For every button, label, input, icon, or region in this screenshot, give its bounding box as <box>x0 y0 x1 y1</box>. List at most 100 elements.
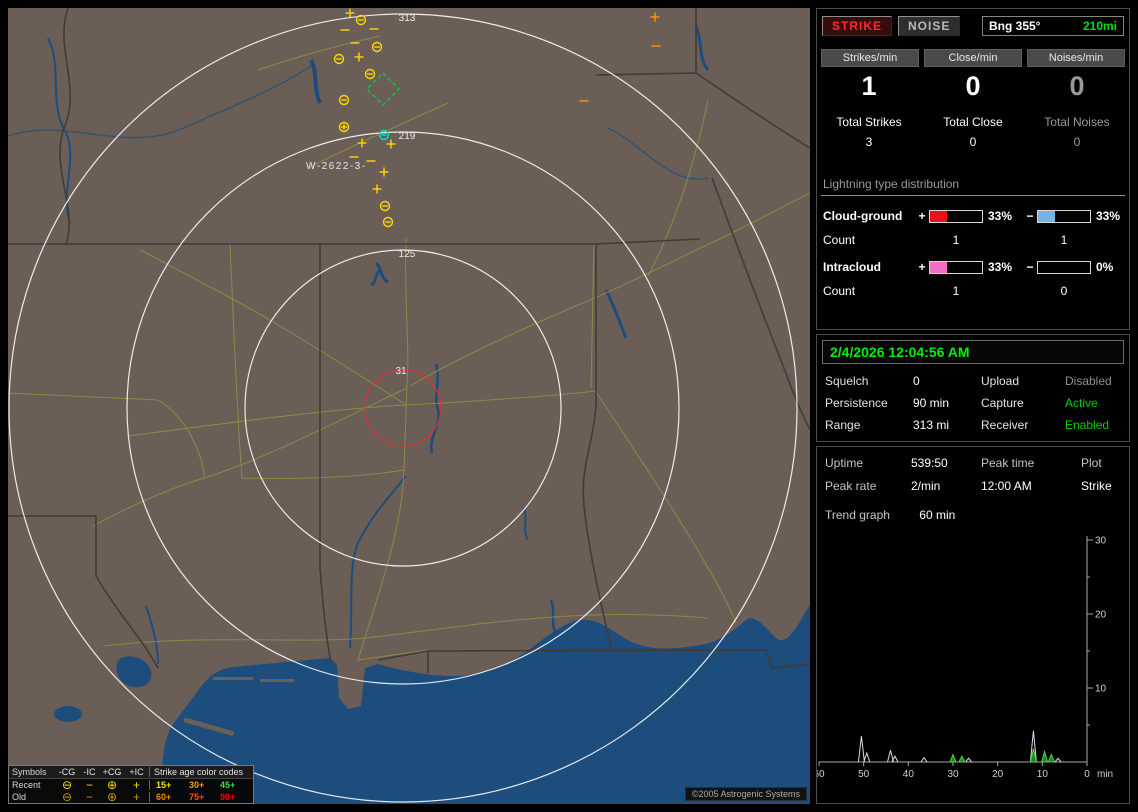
strike-symbol-pic <box>345 8 355 18</box>
cg-neg-bar <box>1037 209 1091 223</box>
trend-graph-header: Trend graph 60 min <box>817 493 1129 522</box>
svg-text:min: min <box>1097 769 1113 780</box>
trend-axes: 10 20 30 60 50 40 30 20 10 0 min <box>817 536 1113 781</box>
total-close-value: 0 <box>969 135 977 149</box>
svg-text:10: 10 <box>1095 684 1107 695</box>
indicator-row: STRIKE NOISE Bng 355° 210mi <box>817 9 1129 36</box>
map-overlay: W-2622-3- 313 219 125 31 <box>8 8 798 803</box>
lightning-map[interactable]: W-2622-3- 313 219 125 31 Symbols -CG -IC +CG… <box>8 8 810 804</box>
counters-panel: STRIKE NOISE Bng 355° 210mi Strikes/min … <box>816 8 1130 330</box>
peak-rate-label: Peak rate <box>825 479 877 493</box>
rate-values: 1 0 0 <box>817 71 1129 102</box>
strike-symbol-pcg <box>338 121 350 133</box>
total-strikes-value: 3 <box>865 135 873 149</box>
receiver-label: Receiver <box>981 418 1029 432</box>
strike-symbol-pic <box>357 138 367 148</box>
minus-sign: − <box>1026 260 1034 274</box>
legend-col-ncg: -CG <box>58 767 76 777</box>
legend-old-label: Old <box>12 792 27 802</box>
range-ring-label: 31 <box>395 366 407 377</box>
legend-symbols-header: Symbols <box>12 767 47 777</box>
range-ring-label: 125 <box>399 249 416 260</box>
neg-ic-icon: − <box>85 790 93 804</box>
strike-symbol-pic <box>379 167 389 177</box>
svg-text:0: 0 <box>1084 769 1090 780</box>
cg-pos-pct: 33% <box>988 209 1013 223</box>
plot-label: Plot <box>1081 456 1102 470</box>
trend-spikes <box>857 730 1062 763</box>
strike-symbol-pic <box>372 184 382 194</box>
total-values: 3 0 0 <box>817 135 1129 149</box>
range-ring-125 <box>244 249 562 567</box>
strike-indicator-button[interactable]: STRIKE <box>822 16 893 36</box>
noise-indicator-button[interactable]: NOISE <box>898 16 961 36</box>
noises-per-min-value: 0 <box>1069 71 1085 101</box>
svg-text:30: 30 <box>1095 536 1107 547</box>
receiver-status: Enabled <box>1065 418 1110 432</box>
ic-neg-count: 0 <box>1060 284 1068 298</box>
map-legend: Symbols -CG -IC +CG +IC Strike age color… <box>8 765 254 804</box>
legend-col-pcg: +CG <box>102 767 122 777</box>
bearing-range-value: 210mi <box>1082 19 1117 33</box>
cg-neg-pct: 33% <box>1096 209 1121 223</box>
age-60: 60+ <box>149 792 183 802</box>
noises-per-min-chip[interactable]: Noises/min <box>1027 49 1125 67</box>
stats-grid: Uptime 539:50 Peak time Plot Peak rate 2… <box>817 447 1129 493</box>
status-panel: 2/4/2026 12:04:56 AM Squelch 0 Upload Di… <box>816 334 1130 442</box>
age-15: 15+ <box>149 780 183 790</box>
close-per-min-chip[interactable]: Close/min <box>924 49 1022 67</box>
total-close-label: Total Close <box>943 115 1003 129</box>
strike-layer <box>333 8 661 228</box>
ic-pos-count: 1 <box>952 284 960 298</box>
svg-text:10: 10 <box>1037 769 1049 780</box>
ic-neg-pct: 0% <box>1096 260 1114 274</box>
svg-text:20: 20 <box>1095 610 1107 621</box>
strike-symbol-ncg <box>338 94 350 106</box>
legend-age-header: Strike age color codes <box>149 767 245 777</box>
range-label: Range <box>825 418 861 432</box>
cg-neg-count: 1 <box>1060 233 1068 247</box>
cloud-ground-count-row: Count 1 1 <box>817 233 1129 247</box>
strike-symbol-ncg <box>371 41 383 53</box>
cg-pos-count: 1 <box>952 233 960 247</box>
total-noises-label: Total Noises <box>1044 115 1110 129</box>
bearing-label: Bng 355° <box>989 19 1041 33</box>
pos-ic-icon: + <box>132 790 140 804</box>
age-75: 75+ <box>189 792 205 802</box>
trend-graph-label: Trend graph <box>825 508 890 522</box>
storm-cell-label: W-2622-3- <box>306 161 367 172</box>
legend-col-nic: -IC <box>83 767 96 777</box>
neg-ic-icon: − <box>85 778 93 792</box>
total-strikes-label: Total Strikes <box>836 115 902 129</box>
strike-symbol-ncg <box>355 14 367 26</box>
svg-text:30: 30 <box>947 769 959 780</box>
peak-time-label: Peak time <box>981 456 1035 470</box>
minus-sign: − <box>1026 209 1034 223</box>
uptime-value: 539:50 <box>911 456 948 470</box>
strike-symbol-ncg <box>378 129 390 141</box>
map-labels: W-2622-3- 313 219 125 31 <box>306 13 416 377</box>
neg-cg-icon: ⊖ <box>61 778 73 792</box>
intracloud-row: Intracloud + 33% − 0% <box>817 260 1129 274</box>
close-per-min-value: 0 <box>965 71 981 101</box>
strike-symbol-pic <box>354 52 364 62</box>
range-ring-219 <box>126 131 680 685</box>
close-alarm-ring <box>364 369 442 447</box>
total-labels: Total Strikes Total Close Total Noises <box>817 115 1129 129</box>
neg-cg-icon: ⊖ <box>61 790 73 804</box>
strike-symbol-ncg <box>364 68 376 80</box>
bearing-display: Bng 355° 210mi <box>982 16 1124 36</box>
strikes-per-min-chip[interactable]: Strikes/min <box>821 49 919 67</box>
svg-text:50: 50 <box>858 769 870 780</box>
strike-symbol-pic <box>386 139 396 149</box>
persistence-value: 90 min <box>913 396 950 410</box>
strike-symbol-pic <box>650 12 660 22</box>
legend-recent-label: Recent <box>12 780 41 790</box>
plus-sign: + <box>918 209 926 223</box>
svg-text:20: 20 <box>992 769 1004 780</box>
ic-neg-bar <box>1037 260 1091 274</box>
ic-pos-bar <box>929 260 983 274</box>
legend-col-pic: +IC <box>129 767 144 777</box>
capture-label: Capture <box>981 396 1024 410</box>
trend-panel: Uptime 539:50 Peak time Plot Peak rate 2… <box>816 446 1130 804</box>
